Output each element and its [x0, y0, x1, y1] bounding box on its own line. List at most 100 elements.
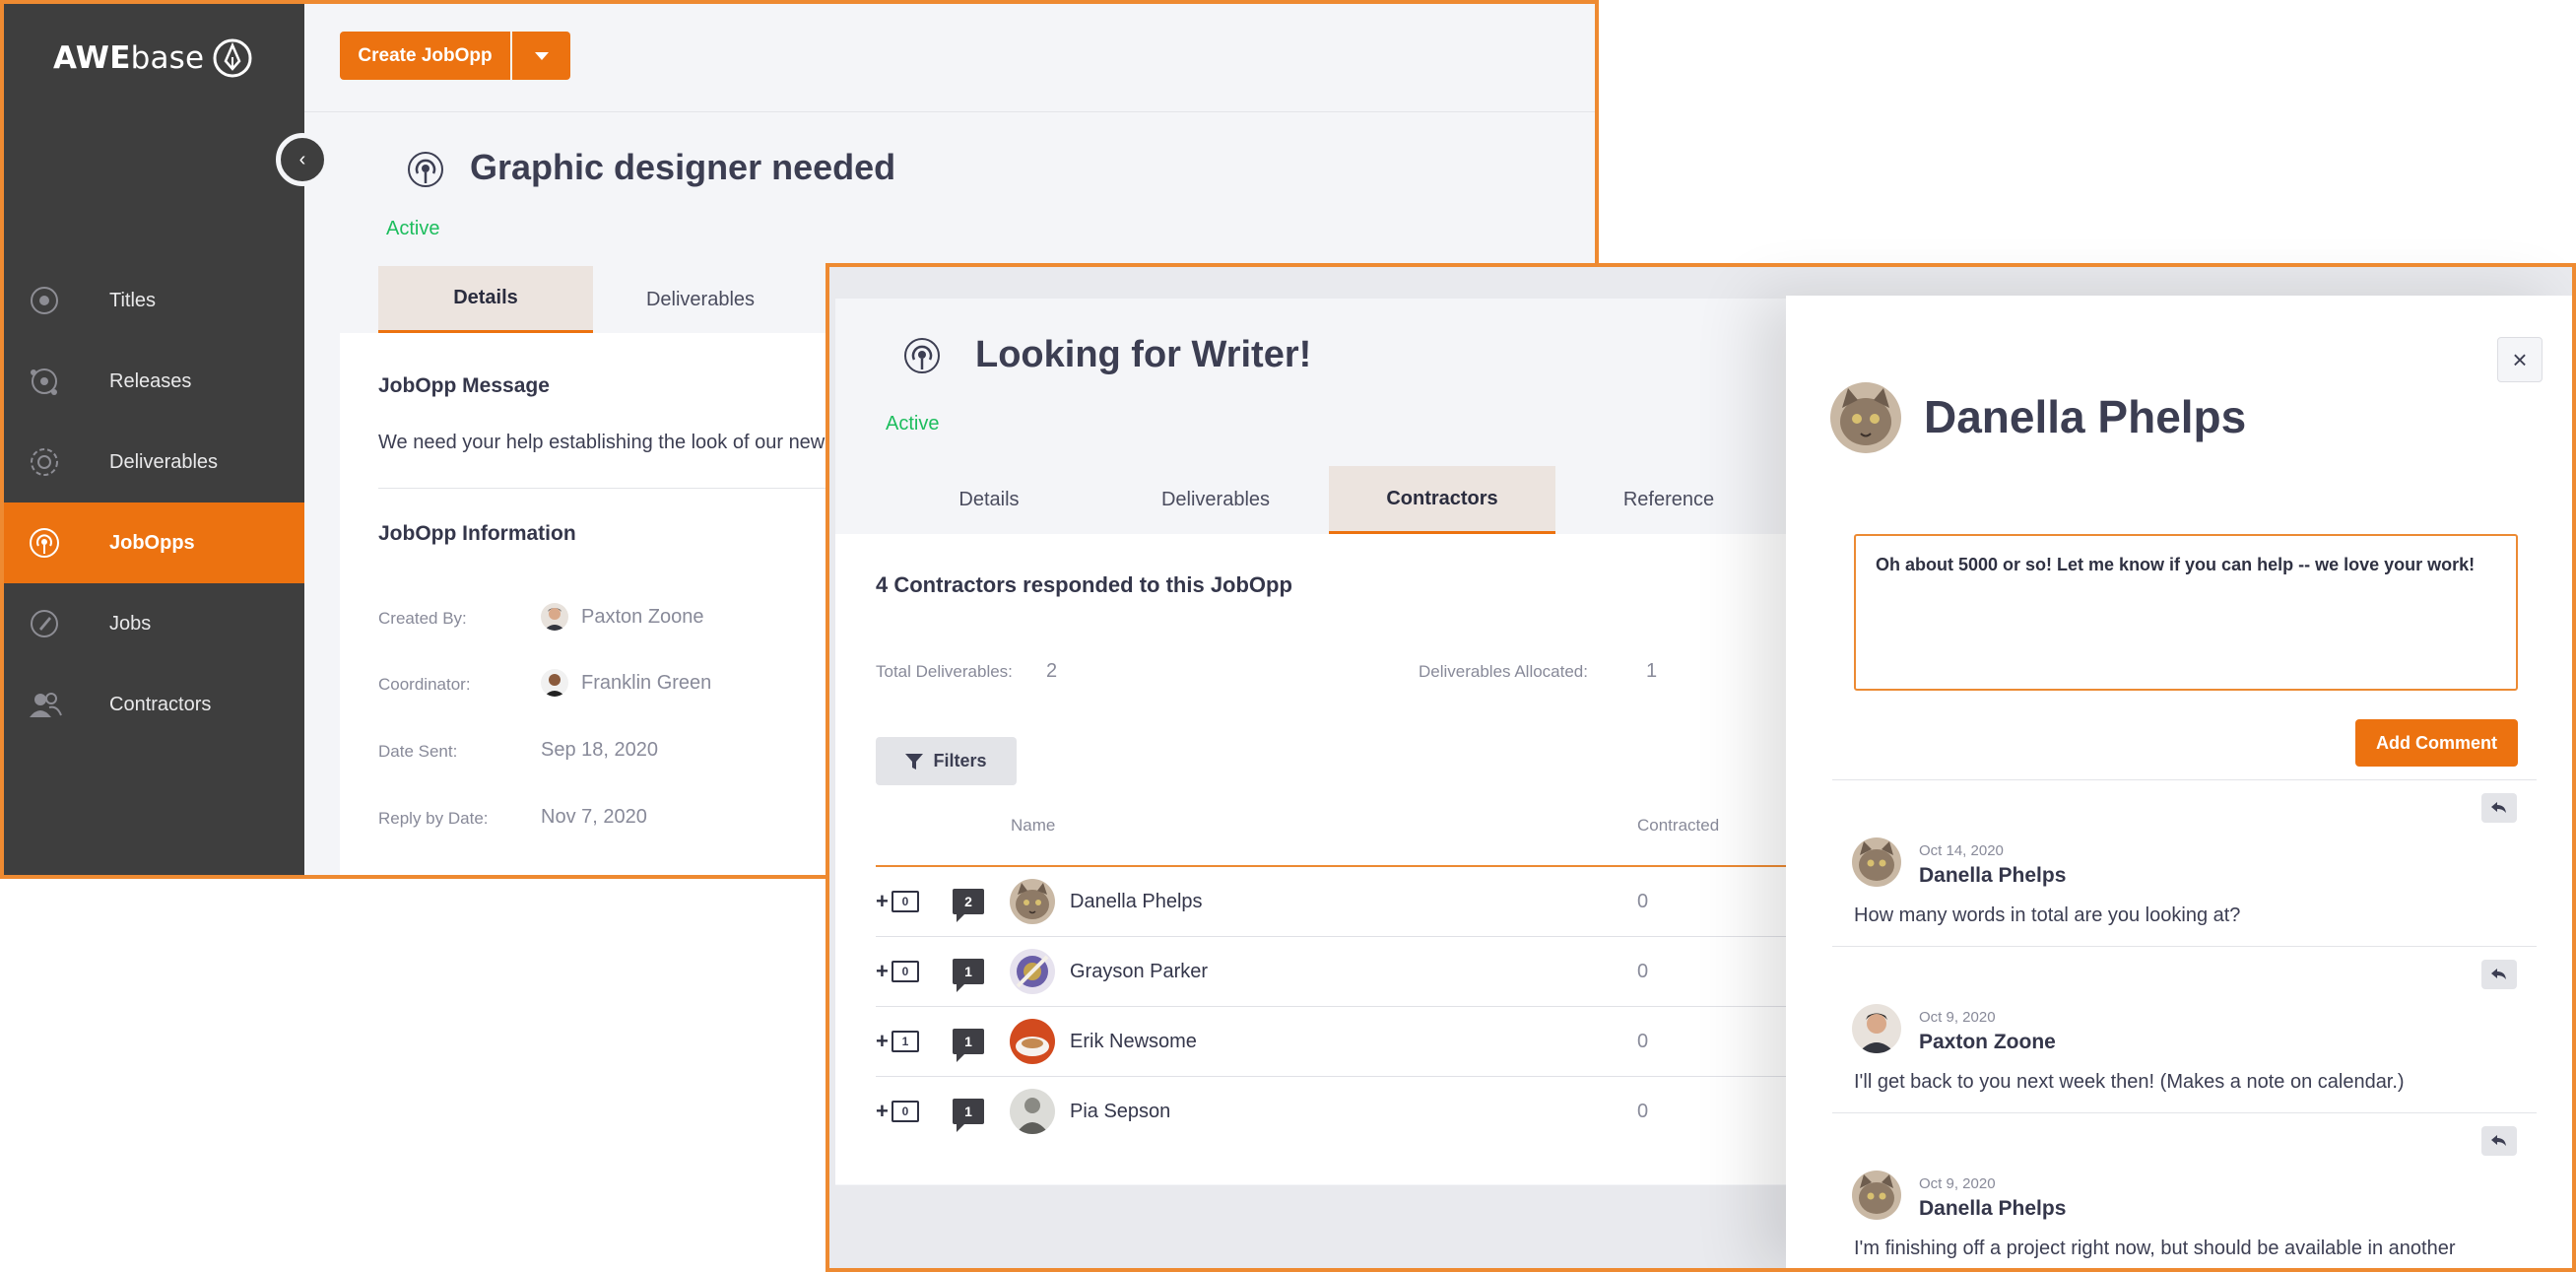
funnel-icon	[905, 753, 924, 770]
rocket-icon	[28, 607, 75, 640]
contractor-name-heading: Danella Phelps	[1924, 391, 2247, 442]
add-deliverable-button[interactable]: +	[876, 889, 889, 914]
logo-text-bold: AWE	[53, 40, 131, 76]
message-count: 1	[964, 1034, 972, 1049]
sidebar-item-releases[interactable]: Releases	[4, 341, 304, 422]
tab-deliverables[interactable]: Deliverables	[593, 266, 808, 333]
add-deliverable-button[interactable]: +	[876, 1029, 889, 1054]
contracted-count: 0	[1637, 961, 1649, 982]
sidebar-item-jobs[interactable]: Jobs	[4, 583, 304, 664]
deliverable-count: 1	[901, 1035, 909, 1048]
message-count-badge[interactable]: 2	[953, 889, 984, 922]
message-count-badge[interactable]: 1	[953, 1099, 984, 1132]
table-row[interactable]: + 0 1 Grayson Parker 0	[876, 937, 1840, 1006]
filters-button[interactable]: Filters	[876, 737, 1017, 785]
add-deliverable-button[interactable]: +	[876, 1099, 889, 1124]
contractor-name[interactable]: Danella Phelps	[1070, 891, 1203, 913]
comment-text: How many words in total are you looking …	[1854, 904, 2241, 926]
deliverable-count: 0	[901, 1105, 909, 1118]
page-title: Looking for Writer!	[975, 334, 1312, 375]
table-row[interactable]: + 1 1 Erik Newsome 0	[876, 1007, 1840, 1076]
avatar	[1852, 837, 1901, 887]
sidebar-item-label: Titles	[109, 289, 157, 311]
reply-button[interactable]	[2481, 793, 2517, 823]
sidebar-item-deliverables[interactable]: Deliverables	[4, 422, 304, 502]
tab-contractors[interactable]: Contractors	[1329, 466, 1555, 534]
create-options-dropdown[interactable]	[512, 32, 570, 80]
contractor-name[interactable]: Erik Newsome	[1070, 1031, 1197, 1053]
contracted-count: 0	[1637, 891, 1649, 912]
filters-label: Filters	[933, 751, 987, 770]
contractor-name[interactable]: Grayson Parker	[1070, 961, 1208, 983]
total-deliverables-label: Total Deliverables:	[876, 662, 1013, 681]
comment-author: Paxton Zoone	[1919, 1031, 2056, 1053]
reply-by-label: Reply by Date:	[378, 809, 489, 828]
caret-down-icon	[534, 51, 549, 60]
total-deliverables-value: 2	[1046, 660, 1058, 682]
avatar	[541, 669, 568, 697]
message-count: 2	[964, 894, 972, 909]
sidebar-item-label: Deliverables	[109, 450, 219, 473]
reply-icon	[2491, 802, 2507, 814]
reply-button[interactable]	[2481, 1126, 2517, 1156]
message-text: We need your help establishing the look …	[378, 432, 853, 453]
comment-date: Oct 9, 2020	[1919, 1175, 1996, 1192]
message-count: 1	[964, 964, 972, 979]
avatar	[1010, 879, 1055, 924]
comment-input[interactable]: Oh about 5000 or so! Let me know if you …	[1854, 534, 2518, 691]
avatar	[1852, 1004, 1901, 1053]
table-row[interactable]: + 0 1 Pia Sepson 0	[876, 1077, 1840, 1146]
avatar	[1830, 382, 1901, 453]
broadcast-icon	[406, 150, 445, 189]
briefcase-icon[interactable]: 0	[892, 891, 919, 912]
sidebar-item-label: Releases	[109, 369, 192, 392]
sidebar-item-titles[interactable]: Titles	[4, 260, 304, 341]
comment-divider	[1832, 946, 2537, 947]
reply-button[interactable]	[2481, 960, 2517, 989]
close-button[interactable]: ×	[2497, 337, 2543, 382]
broadcast-icon	[28, 526, 75, 560]
sidebar-item-label: Contractors	[109, 693, 212, 715]
status-badge: Active	[386, 218, 440, 239]
contractor-name[interactable]: Pia Sepson	[1070, 1101, 1170, 1123]
add-comment-button[interactable]: Add Comment	[2355, 719, 2518, 767]
message-count-badge[interactable]: 1	[953, 959, 984, 992]
sidebar-item-jobopps[interactable]: JobOpps	[4, 502, 304, 583]
tab-details[interactable]: Details	[876, 466, 1102, 534]
briefcase-icon[interactable]: 0	[892, 961, 919, 982]
message-count-badge[interactable]: 1	[953, 1029, 984, 1062]
sidebar-item-label: JobOpps	[109, 531, 195, 554]
reply-icon	[2491, 969, 2507, 980]
briefcase-icon[interactable]: 0	[892, 1101, 919, 1122]
chevron-left-icon: ‹	[298, 148, 306, 170]
comment-text: I'll get back to you next week then! (Ma…	[1854, 1071, 2405, 1093]
pen-nib-icon	[212, 37, 253, 79]
briefcase-icon[interactable]: 1	[892, 1031, 919, 1052]
comment-text: I'm finishing off a project right now, b…	[1854, 1238, 2456, 1259]
disc-icon	[28, 284, 75, 317]
message-heading: JobOpp Message	[378, 374, 550, 397]
release-icon	[28, 365, 75, 398]
comment-divider	[1832, 1112, 2537, 1113]
collapse-sidebar-button[interactable]: ‹	[276, 133, 329, 186]
allocated-label: Deliverables Allocated:	[1419, 662, 1588, 681]
broadcast-icon	[902, 336, 942, 375]
create-jobopp-button[interactable]: Create JobOpp	[340, 32, 510, 80]
contracted-count: 0	[1637, 1101, 1649, 1122]
sidebar-item-contractors[interactable]: Contractors	[4, 664, 304, 745]
tab-deliverables[interactable]: Deliverables	[1102, 466, 1329, 534]
tab-reference[interactable]: Reference	[1555, 466, 1782, 534]
table-row[interactable]: + 0 2 Danella Phelps 0	[876, 867, 1840, 936]
page-title: Graphic designer needed	[470, 147, 896, 187]
contractor-comments-panel: × Danella Phelps Oh about 5000 or so! Le…	[1786, 296, 2572, 1272]
tab-details[interactable]: Details	[378, 266, 593, 333]
column-header-name[interactable]: Name	[1011, 816, 1055, 836]
add-deliverable-button[interactable]: +	[876, 959, 889, 984]
created-by-value: Paxton Zoone	[581, 606, 704, 628]
comment-divider	[1832, 779, 2537, 780]
avatar	[1010, 949, 1055, 994]
column-header-contracted[interactable]: Contracted	[1637, 816, 1719, 836]
app-logo[interactable]: AWEbase	[53, 37, 253, 79]
sidebar-item-label: Jobs	[109, 612, 152, 635]
coordinator-label: Coordinator:	[378, 675, 471, 694]
